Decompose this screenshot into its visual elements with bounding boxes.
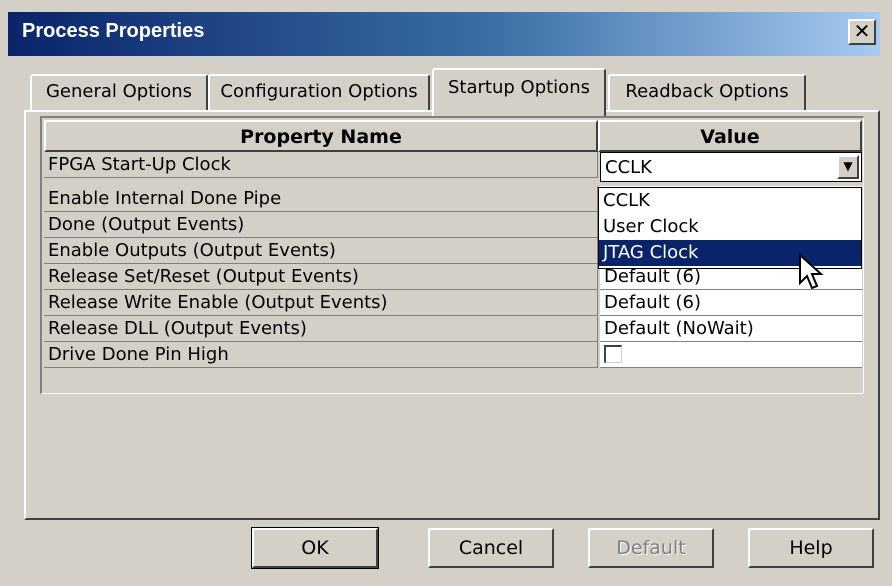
dropdown-arrow-button[interactable]: ▼ [837,155,859,179]
tab-startup-options[interactable]: Startup Options [432,68,606,116]
startup-clock-select[interactable]: CCLK ▼ [600,152,862,182]
tab-readback-options[interactable]: Readback Options [608,74,806,110]
property-name-cell[interactable]: Drive Done Pin High [44,342,598,368]
option-user-clock[interactable]: User Clock [599,214,861,240]
button-label: Cancel [458,537,524,559]
property-name-cell[interactable]: Enable Internal Done Pipe [44,186,598,212]
property-name-cell[interactable]: Release Set/Reset (Output Events) [44,264,598,290]
title-bar[interactable]: Process Properties ✕ [8,12,880,56]
table-row: Release DLL (Output Events) Default (NoW… [44,316,862,342]
property-value-cell[interactable]: Default (6) [600,290,862,316]
button-label: Default [616,537,686,559]
table-row: Drive Done Pin High [44,342,862,368]
column-header-property-name[interactable]: Property Name [44,120,598,152]
property-name-cell[interactable]: Release DLL (Output Events) [44,316,598,342]
cancel-button[interactable]: Cancel [428,528,554,568]
select-value: CCLK [605,157,652,178]
tab-label: General Options [45,81,193,102]
button-label: OK [301,537,329,559]
tab-label: Configuration Options [220,81,418,102]
table-row: Release Write Enable (Output Events) Def… [44,290,862,316]
help-button[interactable]: Help [748,528,874,568]
property-name-cell[interactable]: Release Write Enable (Output Events) [44,290,598,316]
tab-configuration-options[interactable]: Configuration Options [208,74,430,110]
drive-done-pin-high-checkbox[interactable] [604,345,622,363]
property-value-cell [600,342,862,368]
option-cclk[interactable]: CCLK [599,188,861,214]
table-row: FPGA Start-Up Clock CCLK ▼ [44,152,862,182]
ok-button[interactable]: OK [251,527,379,569]
tab-label: Readback Options [625,81,789,102]
chevron-down-icon: ▼ [843,159,853,173]
mouse-pointer-icon [799,253,824,290]
button-label: Help [789,537,833,559]
default-button[interactable]: Default [588,528,714,568]
close-icon: ✕ [853,19,871,43]
tab-label: Startup Options [448,77,590,98]
process-properties-dialog: Process Properties ✕ General Options Con… [0,0,892,586]
tab-general-options[interactable]: General Options [30,74,208,110]
property-name-cell[interactable]: Enable Outputs (Output Events) [44,238,598,264]
dialog-title: Process Properties [22,20,205,42]
close-button[interactable]: ✕ [848,19,876,45]
header-label: Property Name [240,126,402,148]
property-name-cell[interactable]: FPGA Start-Up Clock [44,152,598,178]
property-name-cell[interactable]: Done (Output Events) [44,212,598,238]
property-value-cell[interactable]: Default (NoWait) [600,316,862,342]
header-label: Value [700,126,760,148]
column-header-value[interactable]: Value [598,120,862,152]
